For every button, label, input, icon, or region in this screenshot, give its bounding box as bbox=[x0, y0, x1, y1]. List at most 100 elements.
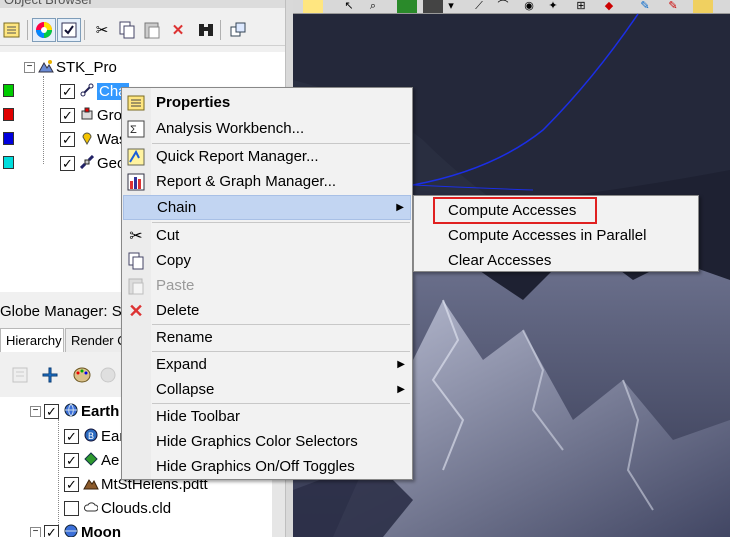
highlight-box bbox=[433, 197, 597, 224]
menu-item-label: Hide Graphics Color Selectors bbox=[156, 433, 358, 450]
menu-item-hide-toggles[interactable]: Hide Graphics On/Off Toggles bbox=[123, 454, 411, 479]
workbench-icon: Σ bbox=[126, 119, 146, 139]
submenu-item-clear-accesses[interactable]: Clear Accesses bbox=[415, 248, 697, 273]
menu-item-hide-color-selectors[interactable]: Hide Graphics Color Selectors bbox=[123, 429, 411, 454]
menu-item-delete[interactable]: ✕ Delete bbox=[123, 298, 411, 323]
tree-item-chain[interactable]: ✓ Cha bbox=[60, 80, 129, 102]
context-menu: Properties Σ Analysis Workbench... Quick… bbox=[121, 87, 413, 480]
menu-item-label: Cut bbox=[156, 227, 180, 244]
menu-item-label: Delete bbox=[156, 302, 200, 319]
mountain-icon bbox=[83, 476, 99, 493]
menu-item-label: Collapse bbox=[156, 381, 215, 398]
copy-icon[interactable] bbox=[115, 18, 139, 42]
new-icon[interactable] bbox=[0, 18, 24, 42]
tree-item-terrain[interactable]: ✓ Ae bbox=[64, 449, 119, 471]
menu-item-rename[interactable]: Rename bbox=[123, 325, 411, 350]
tree-item-earth[interactable]: − ✓ Earth bbox=[30, 400, 119, 422]
submenu-item-compute-accesses-parallel[interactable]: Compute Accesses in Parallel bbox=[415, 223, 697, 248]
visibility-checkbox[interactable]: ✓ bbox=[60, 83, 75, 99]
collapse-toggle-icon[interactable]: − bbox=[30, 405, 41, 417]
tree-item-label: Earth bbox=[81, 402, 120, 420]
toolbar-separator bbox=[84, 20, 85, 40]
visibility-checkbox[interactable] bbox=[64, 500, 79, 516]
menu-item-cut[interactable]: ✂ Cut bbox=[123, 223, 411, 248]
add-layer-icon[interactable] bbox=[38, 363, 62, 387]
object-browser-title: Object Browser bbox=[0, 0, 285, 8]
globe-tool-icon[interactable] bbox=[96, 363, 120, 387]
tree-item-earth-layer[interactable]: ✓ B Ear bbox=[64, 425, 124, 447]
tree-item-label: Clouds.cld bbox=[101, 499, 172, 517]
color-wheel-icon[interactable] bbox=[32, 18, 56, 42]
checkbox-icon[interactable] bbox=[57, 18, 81, 42]
object-browser-toolbar: ✂ ✕ bbox=[0, 14, 285, 46]
menu-item-label: Analysis Workbench... bbox=[156, 120, 305, 137]
scenario-icon bbox=[38, 59, 54, 76]
submenu-arrow-icon: ▶ bbox=[396, 202, 404, 213]
satellite-icon bbox=[79, 154, 95, 172]
place-icon bbox=[79, 131, 95, 148]
chain-icon bbox=[79, 83, 95, 100]
tab-hierarchy[interactable]: Hierarchy bbox=[0, 328, 64, 352]
visibility-checkbox[interactable]: ✓ bbox=[44, 403, 59, 419]
visibility-checkbox[interactable]: ✓ bbox=[60, 107, 75, 123]
collapse-toggle-icon[interactable]: − bbox=[30, 526, 41, 537]
tree-item-label: Moon bbox=[81, 523, 121, 537]
tree-item-place[interactable]: ✓ Was bbox=[60, 128, 126, 150]
color-swatch[interactable] bbox=[3, 108, 14, 121]
binoculars-icon[interactable] bbox=[194, 18, 218, 42]
visibility-checkbox[interactable]: ✓ bbox=[60, 155, 75, 171]
menu-item-copy[interactable]: Copy bbox=[123, 248, 411, 273]
tree-item-satellite[interactable]: ✓ Geo bbox=[60, 152, 125, 174]
cut-icon: ✂ bbox=[129, 228, 143, 245]
globe-manager-title: Globe Manager: S bbox=[0, 302, 122, 320]
windows-icon[interactable] bbox=[226, 18, 250, 42]
menu-item-paste[interactable]: Paste bbox=[123, 273, 411, 298]
menu-item-label: Report & Graph Manager... bbox=[156, 173, 337, 190]
svg-text:Σ: Σ bbox=[130, 124, 137, 136]
globe-icon bbox=[63, 524, 79, 537]
menu-item-label: Paste bbox=[156, 277, 195, 294]
earth-layer-icon: B bbox=[83, 428, 99, 445]
visibility-checkbox[interactable]: ✓ bbox=[60, 131, 75, 147]
collapse-toggle-icon[interactable]: − bbox=[24, 61, 35, 73]
graph-icon bbox=[126, 172, 146, 192]
menu-item-label: Expand bbox=[156, 356, 207, 373]
tree-item-moon[interactable]: − ✓ Moon bbox=[30, 521, 121, 537]
menu-item-hide-toolbar[interactable]: Hide Toolbar bbox=[123, 404, 411, 429]
properties-icon bbox=[126, 93, 146, 113]
visibility-checkbox[interactable]: ✓ bbox=[64, 428, 79, 444]
copy-icon bbox=[126, 251, 146, 271]
menu-item-properties[interactable]: Properties bbox=[123, 90, 411, 115]
cut-icon[interactable]: ✂ bbox=[90, 18, 114, 42]
tree-item-root[interactable]: − STK_Pro bbox=[24, 56, 117, 78]
menu-item-label: Rename bbox=[156, 329, 213, 346]
tree-item-clouds[interactable]: Clouds.cld bbox=[64, 497, 171, 519]
menu-item-report-graph-manager[interactable]: Report & Graph Manager... bbox=[123, 169, 411, 194]
visibility-checkbox[interactable]: ✓ bbox=[64, 476, 79, 492]
menu-item-label: Properties bbox=[156, 94, 231, 111]
color-swatch[interactable] bbox=[3, 132, 14, 145]
tree-item-ground[interactable]: ✓ Gro bbox=[60, 104, 122, 126]
visibility-checkbox[interactable]: ✓ bbox=[64, 452, 79, 468]
color-swatch[interactable] bbox=[3, 84, 14, 97]
properties-icon[interactable] bbox=[8, 363, 32, 387]
menu-item-collapse[interactable]: Collapse ▶ bbox=[123, 377, 411, 402]
submenu-arrow-icon: ▶ bbox=[397, 359, 405, 370]
menu-item-quick-report-manager[interactable]: Quick Report Manager... bbox=[123, 144, 411, 169]
menu-item-chain[interactable]: Chain ▶ bbox=[123, 195, 411, 220]
menu-item-label: Quick Report Manager... bbox=[156, 148, 319, 165]
palette-icon[interactable] bbox=[70, 363, 94, 387]
menu-item-label: Hide Toolbar bbox=[156, 408, 240, 425]
tree-item-label: STK_Pro bbox=[56, 58, 117, 76]
paste-icon[interactable] bbox=[140, 18, 164, 42]
delete-icon: ✕ bbox=[128, 300, 144, 321]
cloud-icon bbox=[83, 500, 99, 517]
menu-item-label: Chain bbox=[157, 199, 197, 216]
submenu-arrow-icon: ▶ bbox=[397, 384, 405, 395]
menu-item-expand[interactable]: Expand ▶ bbox=[123, 352, 411, 377]
color-swatch[interactable] bbox=[3, 156, 14, 169]
menu-item-analysis-workbench[interactable]: Σ Analysis Workbench... bbox=[123, 116, 411, 141]
delete-icon[interactable]: ✕ bbox=[166, 18, 190, 42]
visibility-checkbox[interactable]: ✓ bbox=[44, 524, 59, 537]
menu-item-label: Compute Accesses in Parallel bbox=[448, 227, 647, 244]
